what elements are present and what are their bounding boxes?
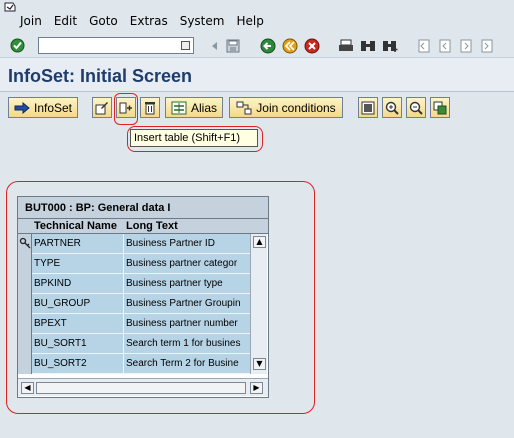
row-technical-name: BU_SORT2 (34, 358, 87, 369)
infoset-button[interactable]: InfoSet (8, 97, 78, 118)
scroll-right-icon[interactable]: ▶ (250, 382, 263, 394)
scroll-down-icon[interactable]: ▼ (253, 358, 266, 370)
horizontal-scrollbar[interactable]: ◀ ▶ (18, 378, 268, 396)
menu-edit[interactable]: Edit (54, 14, 77, 28)
command-field[interactable] (38, 37, 194, 54)
command-history-icon[interactable] (181, 41, 190, 50)
menu-help[interactable]: Help (236, 14, 263, 28)
menu-join[interactable]: Join (20, 14, 42, 28)
join-conditions-button[interactable]: Join conditions (229, 97, 343, 118)
row-technical-name: BPKIND (34, 278, 72, 289)
last-page-icon[interactable] (478, 37, 496, 54)
key-icon (19, 237, 31, 249)
table-row[interactable]: BPKIND Business partner type (32, 274, 250, 294)
change-table-button[interactable] (92, 97, 112, 118)
table-row[interactable]: BU_GROUP Business Partner Groupin (32, 294, 250, 314)
row-long-text: Search term 1 for busines (126, 338, 241, 349)
menu-bar: Join Edit Goto Extras System Help (0, 0, 514, 33)
vertical-scrollbar[interactable]: ▲ ▼ (250, 234, 267, 374)
column-long-text[interactable]: Long Text (126, 220, 178, 232)
alias-icon (171, 101, 187, 114)
application-toolbar: InfoSet Alias Join conditions (0, 92, 514, 122)
zoom-in-icon (385, 101, 399, 115)
first-page-icon[interactable] (415, 37, 433, 54)
row-long-text: Business partner categor (126, 258, 238, 269)
menu-extras[interactable]: Extras (130, 14, 168, 28)
title-bar: InfoSet: Initial Screen (0, 58, 514, 92)
next-page-icon[interactable] (457, 37, 475, 54)
page-title: InfoSet: Initial Screen (8, 66, 193, 86)
zoom-out-button[interactable] (406, 97, 426, 118)
row-technical-name: BU_GROUP (34, 298, 91, 309)
cancel-icon[interactable] (303, 37, 321, 54)
row-technical-name: BU_SORT1 (34, 338, 87, 349)
scroll-up-icon[interactable]: ▲ (253, 236, 266, 248)
table-row[interactable]: PARTNER Business Partner ID (32, 234, 250, 254)
table-row[interactable]: BU_SORT2 Search Term 2 for Busine (32, 354, 250, 374)
row-selector-column[interactable] (18, 234, 32, 374)
row-technical-name: BPEXT (34, 318, 67, 329)
table-header: Technical Name Long Text (18, 219, 268, 234)
row-long-text: Business partner type (126, 278, 223, 289)
collapse-left-icon[interactable] (205, 37, 223, 54)
alias-button[interactable]: Alias (165, 97, 223, 118)
save-icon[interactable] (224, 37, 242, 54)
row-long-text: Business partner number (126, 318, 238, 329)
row-technical-name: PARTNER (34, 238, 81, 249)
menu-system[interactable]: System (180, 14, 225, 28)
scroll-thumb[interactable] (36, 382, 246, 394)
layout-button[interactable] (430, 97, 450, 118)
alias-button-label: Alias (190, 100, 217, 115)
table-row[interactable]: TYPE Business partner categor (32, 254, 250, 274)
zoom-in-button[interactable] (382, 97, 402, 118)
layout-icon (433, 101, 447, 114)
menu-items: Join Edit Goto Extras System Help (20, 14, 276, 28)
find-icon[interactable] (359, 37, 377, 54)
column-technical-name[interactable]: Technical Name (34, 220, 117, 232)
join-conditions-button-label: Join conditions (256, 100, 336, 115)
print-icon[interactable] (337, 37, 355, 54)
row-technical-name: TYPE (34, 258, 61, 269)
overview-button[interactable] (358, 97, 378, 118)
zoom-out-icon (409, 101, 423, 115)
edit-table-icon (95, 101, 108, 114)
system-menu-icon[interactable] (4, 2, 16, 12)
highlight-tooltip (127, 126, 263, 152)
trash-icon (145, 101, 155, 114)
arrow-right-icon (14, 101, 30, 114)
find-next-icon[interactable] (381, 37, 399, 54)
highlight-insert-table (114, 93, 138, 125)
standard-toolbar (0, 33, 514, 58)
overview-icon (361, 101, 375, 114)
row-long-text: Search Term 2 for Busine (126, 358, 239, 369)
enter-icon[interactable] (8, 37, 26, 54)
menu-goto[interactable]: Goto (89, 14, 118, 28)
table-panel-title: BUT000 : BP: General data I (18, 197, 268, 219)
back-icon[interactable] (259, 37, 277, 54)
scroll-left-icon[interactable]: ◀ (21, 382, 34, 394)
row-long-text: Business Partner Groupin (126, 298, 241, 309)
previous-page-icon[interactable] (436, 37, 454, 54)
infoset-button-label: InfoSet (33, 100, 73, 115)
delete-table-button[interactable] (140, 97, 160, 118)
join-icon (236, 101, 252, 114)
row-long-text: Business Partner ID (126, 238, 215, 249)
table-row[interactable]: BU_SORT1 Search term 1 for busines (32, 334, 250, 354)
exit-icon[interactable] (281, 37, 299, 54)
table-row[interactable]: BPEXT Business partner number (32, 314, 250, 334)
table-panel[interactable]: BUT000 : BP: General data I Technical Na… (17, 196, 269, 398)
